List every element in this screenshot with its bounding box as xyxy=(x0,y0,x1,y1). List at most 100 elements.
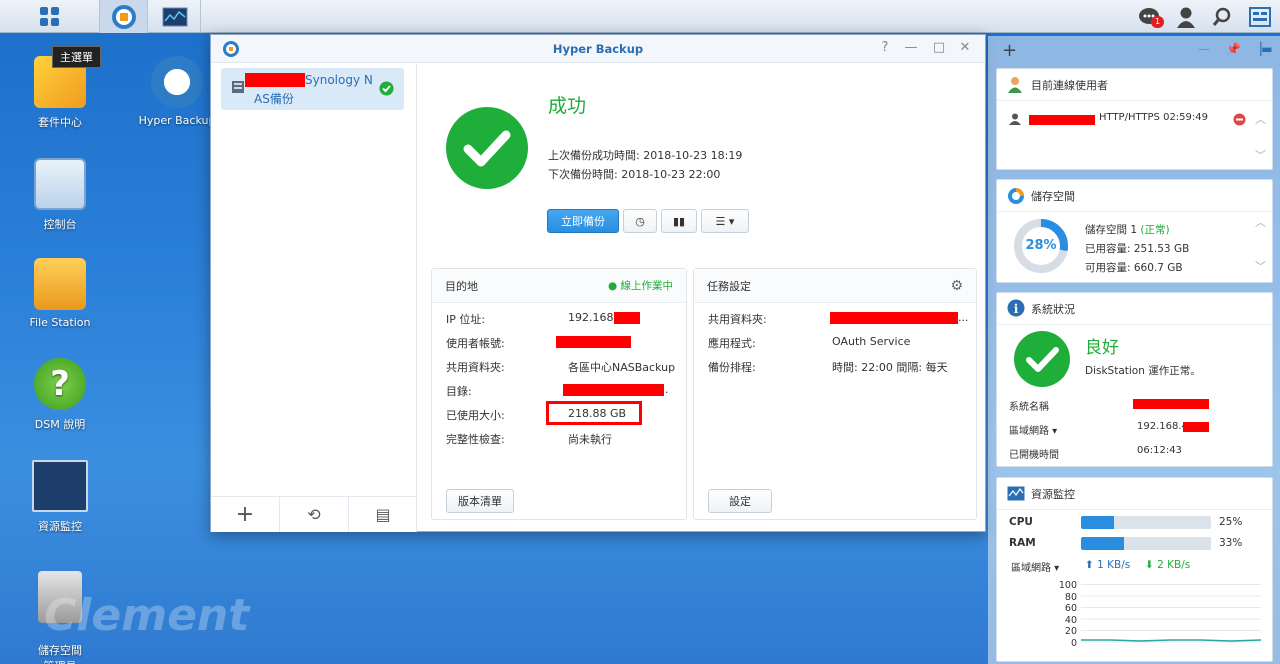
desktop-hyper-backup[interactable]: Hyper Backup xyxy=(132,56,222,127)
next-backup-time: 下次備份時間: 2018-10-23 22:00 xyxy=(548,168,721,181)
integrity-value: 尚未執行 xyxy=(568,433,612,446)
taskbar: 1 xyxy=(0,0,1280,33)
field-label: 應用程式: xyxy=(708,337,756,350)
widgets-button[interactable] xyxy=(1242,0,1278,33)
desktop-label: 儲存空間 管理員 xyxy=(38,644,82,664)
volume-status: (正常) xyxy=(1140,224,1170,236)
ram-label: RAM xyxy=(1009,537,1036,549)
watermark: Clement xyxy=(44,590,250,641)
field-label: 已開機時間 xyxy=(1009,450,1059,461)
notification-badge: 1 xyxy=(1151,16,1164,28)
add-task-button[interactable]: + xyxy=(211,497,280,532)
desktop-dsm-help[interactable]: ? DSM 說明 xyxy=(15,358,105,432)
y-tick: 40 xyxy=(1064,614,1077,626)
desktop-control-panel[interactable]: 控制台 xyxy=(15,158,105,232)
resource-monitor-icon xyxy=(32,460,88,512)
taskbar-resource-monitor[interactable] xyxy=(149,0,201,33)
health-check-icon xyxy=(1014,331,1070,387)
grid-icon xyxy=(39,6,59,26)
log-button[interactable]: ▤ xyxy=(349,497,417,532)
network-chart xyxy=(1081,584,1261,643)
window-title: Hyper Backup xyxy=(552,42,644,56)
resource-monitor-icon xyxy=(1007,486,1025,501)
tooltip: 主選單 xyxy=(52,46,101,68)
storage-widget: 儲存空間 28% 儲存空間 1 (正常) 已用容量: 251.53 GB 可用容… xyxy=(996,179,1273,283)
chevron-up-icon[interactable]: ︿ xyxy=(1255,214,1266,230)
uptime-value: 06:12:43 xyxy=(1137,445,1182,456)
folder-icon xyxy=(34,258,86,310)
panel-layout-icon[interactable]: ▕▬ xyxy=(1252,42,1273,56)
y-tick: 60 xyxy=(1064,603,1077,615)
status-title: 成功 xyxy=(548,95,587,117)
info-icon: i xyxy=(1007,299,1025,317)
task-list-item[interactable]: Synology N AS備份 xyxy=(221,68,404,110)
statistics-button[interactable]: ▮▮ xyxy=(661,209,697,233)
close-button[interactable]: ✕ xyxy=(957,40,973,56)
add-widget-button[interactable]: + xyxy=(1002,40,1017,61)
used-capacity: 已用容量: 251.53 GB xyxy=(1085,243,1190,255)
health-status: 良好 xyxy=(1085,338,1119,358)
clock-icon: ◷ xyxy=(635,214,645,228)
search-button[interactable] xyxy=(1206,0,1238,33)
cpu-bar xyxy=(1081,516,1211,529)
backup-now-button[interactable]: 立即備份 xyxy=(547,209,619,233)
cpu-value: 25% xyxy=(1219,516,1243,528)
chevron-down-icon[interactable]: ﹀ xyxy=(1255,258,1266,274)
restore-button[interactable]: ⟲ xyxy=(280,497,349,532)
maximize-button[interactable]: □ xyxy=(931,40,947,56)
window-titlebar[interactable]: Hyper Backup ? — □ ✕ xyxy=(211,35,985,63)
hyper-backup-icon xyxy=(111,4,136,29)
last-backup-time: 上次備份成功時間: 2018-10-23 18:19 xyxy=(548,149,743,162)
desktop-label: File Station xyxy=(29,316,91,329)
field-label: 系統名稱 xyxy=(1009,402,1049,413)
status-dot-icon: ● xyxy=(608,280,621,292)
sidebar-footer: + ⟲ ▤ xyxy=(211,496,417,532)
permission-icon[interactable]: ⚙ xyxy=(950,278,963,294)
chevron-down-icon[interactable]: ﹀ xyxy=(1255,147,1266,163)
taskbar-hyper-backup[interactable] xyxy=(100,0,148,33)
main-menu-button[interactable] xyxy=(0,0,100,33)
download-rate: ⬇ 2 KB/s xyxy=(1145,559,1190,571)
pin-icon[interactable]: 📌 xyxy=(1226,42,1241,56)
collapse-button[interactable]: — xyxy=(1198,42,1210,56)
widget-title: 儲存空間 xyxy=(1031,189,1075,203)
settings-button[interactable]: 設定 xyxy=(708,489,772,513)
ram-bar-fill xyxy=(1081,537,1124,550)
field-label: 使用者帳號: xyxy=(446,337,505,350)
cpu-label: CPU xyxy=(1009,516,1033,528)
lan-label[interactable]: 區域網路 ▾ xyxy=(1009,422,1057,437)
chevron-up-icon[interactable]: ︿ xyxy=(1255,111,1266,127)
desktop-resource-monitor[interactable]: 資源監控 xyxy=(15,460,105,534)
field-label: 目錄: xyxy=(446,385,472,398)
storage-percent: 28% xyxy=(1025,238,1057,253)
notifications-button[interactable]: 1 xyxy=(1132,0,1168,33)
task-settings-header: 任務設定 ⚙ xyxy=(694,269,976,303)
bar-chart-icon: ▮▮ xyxy=(672,214,686,228)
desktop-file-station[interactable]: File Station xyxy=(15,258,105,329)
hyper-backup-window: Hyper Backup ? — □ ✕ Synology N AS備份 + ⟲… xyxy=(210,34,986,532)
success-check-icon xyxy=(446,107,528,189)
version-list-button[interactable]: 版本清單 xyxy=(446,489,514,513)
y-tick: 20 xyxy=(1064,626,1077,638)
users-icon xyxy=(1008,77,1022,93)
minimize-button[interactable]: — xyxy=(903,40,919,56)
user-button[interactable] xyxy=(1170,0,1202,33)
nas-icon xyxy=(232,81,244,93)
widget-header: i 系統狀況 xyxy=(997,293,1272,325)
task-settings-card: 任務設定 ⚙ 共用資料夾: ... 應用程式: OAuth Service 備份… xyxy=(693,268,977,520)
lan-selector[interactable]: 區域網路 ▾ xyxy=(1011,559,1059,574)
cpu-bar-fill xyxy=(1081,516,1114,529)
more-menu-button[interactable]: ☰ ▾ xyxy=(701,209,749,233)
arrow-up-icon: ⬆ xyxy=(1085,559,1094,571)
help-button[interactable]: ? xyxy=(877,40,893,56)
help-icon: ? xyxy=(34,358,86,410)
backup-explorer-button[interactable]: ◷ xyxy=(623,209,657,233)
connected-users-widget: 目前連線使用者 HTTP/HTTPS 02:59:49 ︿ ﹀ xyxy=(996,68,1273,170)
y-tick: 100 xyxy=(1058,580,1077,591)
disconnect-icon[interactable] xyxy=(1233,113,1246,126)
application-value: OAuth Service xyxy=(832,335,911,348)
card-title: 任務設定 xyxy=(707,279,751,293)
y-axis: 100 80 60 40 20 0 xyxy=(1037,580,1077,650)
desktop-label: 資源監控 xyxy=(38,520,82,533)
online-label: 線上作業中 xyxy=(620,280,674,292)
